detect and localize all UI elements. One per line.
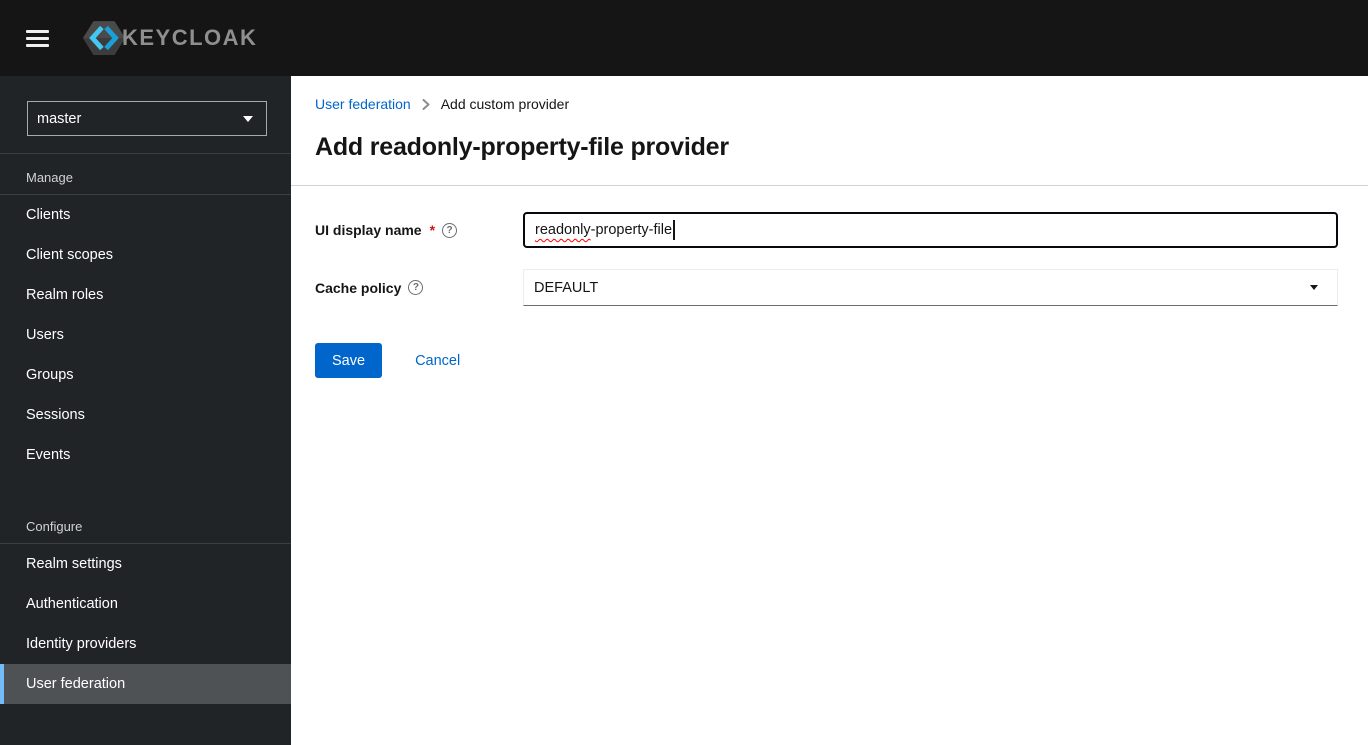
page-title: Add readonly-property-file provider [315, 133, 729, 161]
nav-section-title-configure: Configure [0, 475, 291, 544]
sidebar-item-events[interactable]: Events [0, 435, 291, 475]
breadcrumb-link-user-federation[interactable]: User federation [315, 96, 411, 112]
sidebar-item-client-scopes[interactable]: Client scopes [0, 235, 291, 275]
nav-section-title-manage: Manage [0, 154, 291, 195]
sidebar-item-identity-providers[interactable]: Identity providers [0, 624, 291, 664]
cancel-button[interactable]: Cancel [415, 353, 460, 369]
page-header: User federation Add custom provider Add … [291, 76, 1368, 186]
ui-display-name-input[interactable]: readonly -property-file [523, 212, 1338, 248]
text-cursor [673, 220, 675, 240]
keycloak-admin-console: KEYCLOAK master Manage Clients Client sc… [0, 0, 1368, 745]
ui-display-name-label: UI display name [315, 222, 422, 238]
form-row-ui-display-name: UI display name * ? readonly -property-fi… [315, 212, 1338, 248]
main-content: User federation Add custom provider Add … [291, 76, 1368, 745]
sidebar-item-realm-settings[interactable]: Realm settings [0, 544, 291, 584]
nav-list-manage: Clients Client scopes Realm roles Users … [0, 195, 291, 475]
help-icon[interactable]: ? [408, 280, 424, 295]
chevron-down-icon [243, 115, 253, 122]
cache-policy-field: DEFAULT [523, 269, 1338, 306]
breadcrumb: User federation Add custom provider [315, 96, 1344, 112]
form-row-cache-policy: Cache policy ? DEFAULT [315, 269, 1338, 306]
sidebar: master Manage Clients Client scopes Real… [0, 76, 291, 745]
sidebar-item-sessions[interactable]: Sessions [0, 395, 291, 435]
save-button[interactable]: Save [315, 343, 383, 378]
cache-policy-label-group: Cache policy ? [315, 269, 523, 306]
sidebar-item-realm-roles[interactable]: Realm roles [0, 275, 291, 315]
input-value-rest: -property-file [590, 222, 673, 238]
add-provider-form: UI display name * ? readonly -property-fi… [291, 186, 1368, 378]
breadcrumb-separator-icon [422, 99, 430, 110]
cache-policy-value: DEFAULT [534, 279, 599, 296]
form-actions: Save Cancel [315, 343, 1338, 378]
realm-selector-dropdown[interactable]: master [27, 101, 267, 136]
nav-toggle-button[interactable] [24, 24, 51, 53]
app-name: KEYCLOAK [122, 25, 258, 50]
sidebar-item-groups[interactable]: Groups [0, 355, 291, 395]
sidebar-item-authentication[interactable]: Authentication [0, 584, 291, 624]
sidebar-item-clients[interactable]: Clients [0, 195, 291, 235]
sidebar-item-users[interactable]: Users [0, 315, 291, 355]
ui-display-name-label-group: UI display name * ? [315, 212, 523, 248]
nav-list-configure: Realm settings Authentication Identity p… [0, 544, 291, 704]
help-icon[interactable]: ? [442, 222, 458, 238]
realm-name: master [37, 110, 82, 127]
app-header: KEYCLOAK [0, 0, 1368, 76]
input-value-misspelled: readonly [535, 222, 591, 238]
required-asterisk: * [429, 222, 436, 238]
chevron-down-icon [1310, 285, 1318, 290]
cache-policy-select[interactable]: DEFAULT [523, 269, 1338, 306]
keycloak-hexagon-icon [82, 21, 126, 55]
ui-display-name-field: readonly -property-file [523, 212, 1338, 248]
breadcrumb-current: Add custom provider [440, 96, 570, 112]
cache-policy-label: Cache policy [315, 279, 402, 296]
sidebar-item-user-federation[interactable]: User federation [0, 664, 291, 704]
hamburger-icon [26, 29, 49, 33]
keycloak-logo: KEYCLOAK [82, 18, 257, 58]
